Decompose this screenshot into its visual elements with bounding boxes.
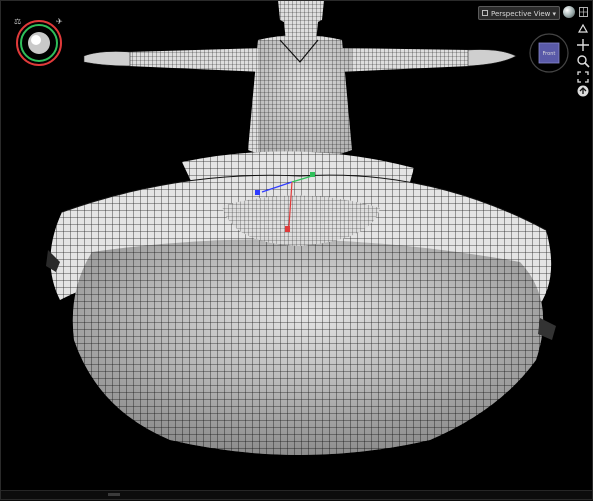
perspective-icon[interactable] [576, 22, 590, 36]
skirt-mesh [50, 151, 552, 455]
pan-icon[interactable] [576, 38, 590, 52]
grid-icon[interactable] [579, 7, 588, 17]
status-indicator [108, 493, 120, 496]
view-icon [482, 10, 488, 16]
fit-icon[interactable] [576, 70, 590, 84]
svg-text:⚖: ⚖ [14, 17, 21, 26]
zoom-icon[interactable] [576, 54, 590, 68]
home-icon[interactable] [576, 84, 590, 98]
cube-face-label: Front [543, 51, 556, 57]
chevron-down-icon: ▾ [552, 10, 556, 18]
mesh-render[interactable] [0, 0, 593, 500]
shading-mode-icon[interactable] [563, 6, 575, 18]
status-bar [0, 490, 593, 501]
3d-viewport[interactable]: ⚖ ✈ Perspective View ▾ Front [0, 0, 593, 501]
view-dropdown-label: Perspective View [491, 10, 551, 18]
view-cube[interactable]: Front [528, 32, 570, 74]
torso-mesh [248, 35, 352, 160]
svg-text:✈: ✈ [56, 17, 63, 26]
orientation-compass[interactable]: ⚖ ✈ [12, 16, 66, 66]
view-dropdown[interactable]: Perspective View ▾ [478, 6, 560, 20]
